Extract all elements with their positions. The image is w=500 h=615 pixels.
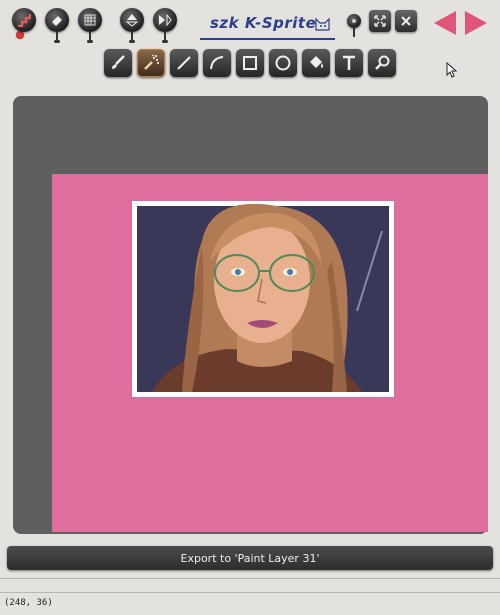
close-button[interactable] [395,10,417,32]
grid-button[interactable] [78,8,102,43]
cursor-coordinates: (248, 36) [4,598,53,608]
paint-bucket-icon [310,56,323,68]
app-logo: szk K-Sprite [200,12,335,40]
flip-vertical-icon [125,14,139,27]
divider [0,578,500,579]
app-logo-text: szk K-Sprite [210,14,317,32]
export-button[interactable]: Export to 'Paint Layer 31' [7,546,493,570]
grid-icon [84,14,96,26]
export-button-label: Export to 'Paint Layer 31' [180,551,320,565]
flip-horizontal-icon [159,13,172,27]
text-tool[interactable] [335,49,363,77]
portrait-image [137,203,389,392]
spray-tool[interactable] [137,49,165,77]
maximize-button[interactable] [369,10,391,32]
spray-icon [144,54,159,70]
active-color-indicator [16,31,24,39]
maximize-icon [374,15,386,27]
eraser-icon [51,16,62,26]
ellipse-tool[interactable] [269,49,297,77]
brush-icon [112,55,125,69]
ellipse-icon [275,55,291,71]
rectangle-tool[interactable] [236,49,264,77]
text-icon [343,55,355,70]
stairs-icon [18,14,31,27]
next-arrow-icon[interactable] [465,11,487,35]
flip-horizontal-button[interactable] [153,8,177,43]
cat-logo-icon [315,17,330,31]
eraser-button[interactable] [45,8,69,43]
line-tool[interactable] [170,49,198,77]
rectangle-icon [243,56,257,70]
minimize-button[interactable] [347,14,361,37]
line-icon [177,56,191,70]
flip-vertical-button[interactable] [120,8,144,43]
zoom-tool[interactable] [368,49,396,77]
divider [0,592,500,593]
curve-tool[interactable] [203,49,231,77]
curve-icon [210,56,224,70]
previous-arrow-icon[interactable] [434,11,456,35]
magnifier-icon [375,55,390,70]
stairs-button[interactable] [12,8,36,32]
close-icon [401,16,411,26]
minimize-icon [352,19,356,23]
paint-layer-image[interactable] [132,201,394,397]
fill-tool[interactable] [302,49,330,77]
brush-tool[interactable] [104,49,132,77]
mouse-cursor-icon [446,62,458,78]
